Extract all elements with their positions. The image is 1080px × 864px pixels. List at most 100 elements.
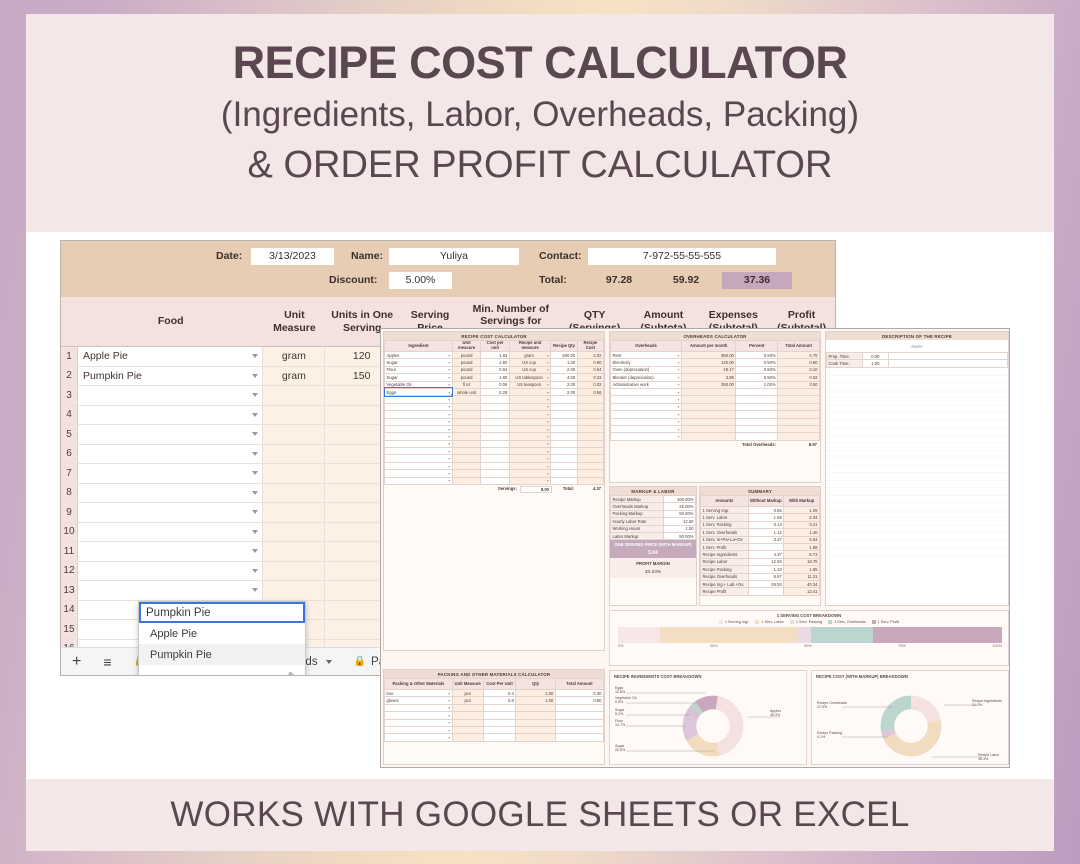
ingredients-body[interactable]: Apples ▾ pound 1.83 gram ▾ 500.00 2.02 Sugar ▾ pou… bbox=[383, 350, 605, 486]
cell-recipe-unit-measure[interactable]: ▾ bbox=[508, 447, 552, 456]
all-sheets-button[interactable]: ≡ bbox=[92, 648, 122, 675]
chevron-down-icon[interactable] bbox=[252, 490, 259, 495]
table-row[interactable]: ▾ ▾ bbox=[384, 476, 605, 486]
cell-value[interactable] bbox=[263, 542, 326, 561]
cell-cost-per-unit[interactable] bbox=[480, 454, 510, 463]
cell-ingredient[interactable]: ▾ bbox=[384, 476, 453, 486]
cell-overhead-name[interactable]: ▾ bbox=[609, 402, 683, 412]
cell-packing-unit[interactable] bbox=[451, 703, 484, 713]
cell-recipe-cost[interactable] bbox=[576, 476, 605, 486]
cell-overhead-name[interactable]: Oven (depreciation) ▾ bbox=[609, 365, 683, 375]
add-sheet-button[interactable]: + bbox=[61, 648, 92, 675]
cell-recipe-qty[interactable]: 1.00 bbox=[550, 358, 578, 367]
cell-overhead-name[interactable]: Administrative work ▾ bbox=[609, 380, 683, 389]
table-row[interactable]: ▾ ▾ bbox=[384, 417, 605, 426]
table-row[interactable]: box ▾ pcs 0.3 1.00 0.30 bbox=[384, 688, 605, 698]
cell-unit-measure[interactable] bbox=[451, 402, 482, 412]
cell-value[interactable] bbox=[263, 483, 326, 502]
cell-packing-material[interactable]: gloves ▾ bbox=[384, 696, 453, 705]
chevron-down-icon[interactable] bbox=[252, 412, 259, 417]
cell-recipe-unit-measure[interactable]: ▾ bbox=[508, 410, 552, 419]
cell-summary-label[interactable]: 1 Serving Ingr. bbox=[700, 505, 749, 515]
cell-markup-label[interactable]: Recipe Markup bbox=[610, 494, 664, 504]
table-row[interactable]: 1 Serv. In+Pa+La+Ov 3.37 5.04 bbox=[700, 535, 820, 544]
cell-packing-material[interactable]: box ▾ bbox=[384, 688, 453, 698]
cell-overhead-total[interactable]: 0.10 bbox=[777, 365, 820, 375]
chevron-down-icon[interactable] bbox=[252, 568, 259, 573]
cell-recipe-unit-measure[interactable]: US cup ▾ bbox=[508, 365, 552, 375]
table-row[interactable]: Recipe Packing 1.10 1.65 bbox=[700, 565, 820, 574]
cell-summary-without[interactable] bbox=[747, 587, 785, 596]
cell-cost-per-unit[interactable] bbox=[480, 439, 510, 449]
cell-ingredient[interactable]: Eggs ▾ bbox=[383, 387, 454, 397]
cell-packing-total[interactable] bbox=[554, 733, 605, 742]
cell-unit-measure[interactable] bbox=[451, 417, 482, 426]
table-row[interactable]: ▾ ▾ bbox=[384, 424, 605, 434]
cell-overhead-percent[interactable] bbox=[735, 387, 779, 397]
cell-overhead-name[interactable]: ▾ bbox=[609, 410, 683, 419]
cell-food[interactable]: Apple Pie bbox=[77, 347, 264, 366]
cell-overhead-total[interactable]: 0.60 bbox=[777, 358, 820, 367]
cell-unit-measure[interactable]: pound bbox=[451, 350, 482, 360]
table-row[interactable]: ▾ bbox=[384, 718, 605, 727]
cell-food[interactable] bbox=[77, 581, 264, 600]
cell-recipe-qty[interactable]: 500.00 bbox=[550, 350, 578, 360]
table-row[interactable]: ▾ bbox=[609, 395, 820, 404]
cell-recipe-unit-measure[interactable]: ▾ bbox=[508, 454, 552, 463]
table-row[interactable]: Recipe Overheads 8.97 11.21 bbox=[700, 572, 820, 581]
cell-cost-per-unit[interactable] bbox=[480, 447, 510, 456]
cell-overhead-amount[interactable] bbox=[681, 424, 737, 434]
chevron-down-icon[interactable] bbox=[252, 471, 259, 476]
chevron-down-icon[interactable] bbox=[252, 354, 259, 359]
cell-cost-per-unit[interactable]: 1.80 bbox=[480, 358, 510, 367]
table-row[interactable]: Recipe Ingredients 4.37 8.73 bbox=[700, 550, 820, 559]
cell-recipe-unit-measure[interactable]: ▾ bbox=[508, 476, 552, 486]
table-row[interactable]: Electricity ▾ 120.00 0.50% 0.60 bbox=[609, 358, 820, 367]
cell-recipe-unit-measure[interactable]: ▾ bbox=[508, 432, 552, 441]
cell-recipe-qty[interactable]: 4.00 bbox=[550, 373, 578, 382]
cell-summary-without[interactable] bbox=[747, 542, 785, 552]
chevron-down-icon[interactable] bbox=[252, 588, 259, 593]
cell-overhead-percent[interactable]: 0.50% bbox=[735, 358, 779, 367]
cell-packing-material[interactable]: ▾ bbox=[384, 733, 453, 742]
table-row[interactable]: Working Hours 1.00 bbox=[610, 524, 697, 533]
cell-recipe-unit-measure[interactable]: ▾ bbox=[508, 402, 552, 412]
cell-value[interactable] bbox=[263, 405, 326, 424]
table-row[interactable]: ▾ bbox=[609, 402, 820, 412]
cell-recipe-qty[interactable] bbox=[550, 476, 578, 486]
chevron-down-icon[interactable] bbox=[252, 529, 259, 534]
cell-overhead-amount[interactable]: 950.00 bbox=[681, 350, 737, 360]
chevron-down-icon[interactable] bbox=[252, 393, 259, 398]
cell-recipe-qty[interactable] bbox=[550, 417, 578, 426]
cell-packing-unit[interactable] bbox=[451, 718, 484, 727]
cell-overhead-name[interactable]: Rent ▾ bbox=[609, 350, 683, 360]
table-row[interactable]: ▾ ▾ bbox=[384, 439, 605, 449]
table-row[interactable]: Overheads Markup 25.00% bbox=[610, 502, 697, 511]
cell-overhead-total[interactable] bbox=[777, 395, 820, 404]
table-row[interactable]: 1 Serv. Labor 1.56 2.34 bbox=[700, 513, 820, 522]
cell-ingredient[interactable]: ▾ bbox=[384, 439, 453, 449]
cell-recipe-qty[interactable]: 2.00 bbox=[550, 380, 578, 389]
cell-summary-label[interactable]: Recipe Ing.+ Lab.+Ov. bbox=[700, 579, 749, 589]
cell-summary-without[interactable]: 1.56 bbox=[747, 513, 785, 522]
table-row[interactable]: Recipe Ing.+ Lab.+Ov. 26.93 40.34 bbox=[700, 579, 820, 589]
cell-food[interactable] bbox=[77, 561, 264, 580]
cell-overhead-percent[interactable] bbox=[735, 432, 779, 441]
cell-recipe-unit-measure[interactable]: ▾ bbox=[508, 439, 552, 449]
cell-summary-label[interactable]: Recipe Labor bbox=[700, 557, 749, 567]
cell-summary-with[interactable]: 1.68 bbox=[783, 542, 820, 552]
cell-overhead-name[interactable]: Blender (depreciation) ▾ bbox=[609, 373, 683, 382]
cell-value[interactable] bbox=[263, 522, 326, 541]
cell-overhead-total[interactable] bbox=[777, 424, 820, 434]
cell-food[interactable] bbox=[77, 444, 264, 463]
cell-unit-measure[interactable] bbox=[451, 461, 482, 471]
cell-markup-value[interactable]: 100.00% bbox=[662, 494, 697, 504]
table-row[interactable]: Sugar ▾ pound 1.80 US cup ▾ 1.00 0.90 bbox=[384, 358, 605, 367]
cell-recipe-cost[interactable]: 0.64 bbox=[576, 365, 605, 375]
table-row[interactable]: ▾ bbox=[384, 703, 605, 713]
chevron-down-icon[interactable] bbox=[252, 373, 259, 378]
cell-unit-measure[interactable] bbox=[451, 476, 482, 486]
cell-value[interactable] bbox=[263, 425, 326, 444]
cell-markup-label[interactable]: Hourly Labor Rate bbox=[610, 517, 664, 526]
cell-summary-with[interactable]: 0.21 bbox=[783, 520, 820, 530]
